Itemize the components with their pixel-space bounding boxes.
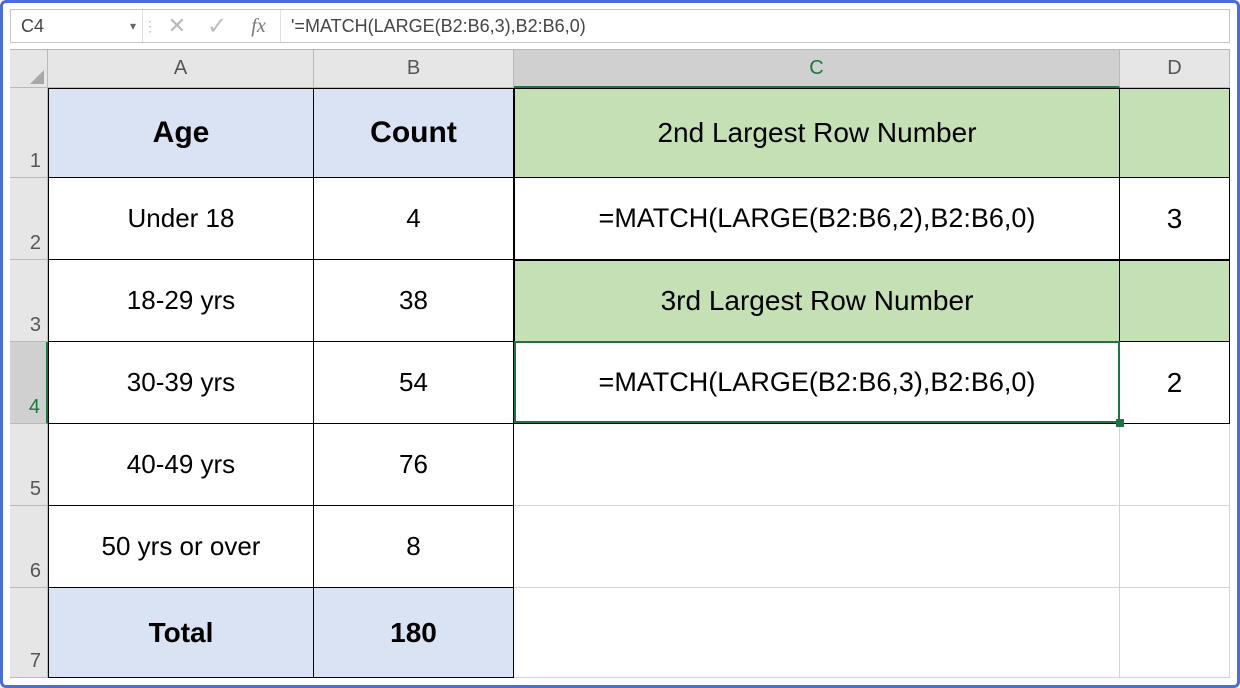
cell-C5[interactable]: [514, 424, 1120, 506]
cell-B1[interactable]: Count: [314, 88, 514, 178]
cell-C1[interactable]: 2nd Largest Row Number: [514, 88, 1120, 178]
cell-B3[interactable]: 38: [314, 260, 514, 342]
cell-C3[interactable]: 3rd Largest Row Number: [514, 260, 1120, 342]
cell-B2[interactable]: 4: [314, 178, 514, 260]
select-all-corner[interactable]: [10, 50, 48, 88]
cancel-icon[interactable]: ✕: [157, 10, 197, 42]
cell-D6[interactable]: [1120, 506, 1230, 588]
row-4: 4 30-39 yrs 54 =MATCH(LARGE(B2:B6,3),B2:…: [10, 342, 1230, 424]
col-header-D[interactable]: D: [1120, 50, 1230, 88]
row-header-3[interactable]: 3: [10, 260, 48, 342]
column-header-row: A B C D: [10, 50, 1230, 88]
formula-input[interactable]: '=MATCH(LARGE(B2:B6,3),B2:B6,0): [281, 10, 1229, 42]
cell-D7[interactable]: [1120, 588, 1230, 678]
cell-A7[interactable]: Total: [48, 588, 314, 678]
fx-label: fx: [251, 15, 265, 38]
formula-text: '=MATCH(LARGE(B2:B6,3),B2:B6,0): [291, 16, 586, 37]
row-header-2[interactable]: 2: [10, 178, 48, 260]
cell-C4[interactable]: =MATCH(LARGE(B2:B6,3),B2:B6,0): [514, 342, 1120, 424]
row-2: 2 Under 18 4 =MATCH(LARGE(B2:B6,2),B2:B6…: [10, 178, 1230, 260]
cell-C2[interactable]: =MATCH(LARGE(B2:B6,2),B2:B6,0): [514, 178, 1120, 260]
cell-A3[interactable]: 18-29 yrs: [48, 260, 314, 342]
name-box[interactable]: C4 ▾: [11, 10, 143, 42]
cell-B6[interactable]: 8: [314, 506, 514, 588]
row-5: 5 40-49 yrs 76: [10, 424, 1230, 506]
enter-icon[interactable]: ✓: [197, 10, 237, 42]
divider: ⋮: [143, 10, 157, 42]
cell-A1[interactable]: Age: [48, 88, 314, 178]
name-box-value: C4: [21, 16, 44, 37]
col-header-B[interactable]: B: [314, 50, 514, 88]
cell-C6[interactable]: [514, 506, 1120, 588]
cell-D1[interactable]: [1120, 88, 1230, 178]
chevron-down-icon[interactable]: ▾: [130, 19, 136, 33]
cell-A5[interactable]: 40-49 yrs: [48, 424, 314, 506]
row-header-1[interactable]: 1: [10, 88, 48, 178]
cell-D2[interactable]: 3: [1120, 178, 1230, 260]
cell-A6[interactable]: 50 yrs or over: [48, 506, 314, 588]
spreadsheet-grid: A B C D 1 Age Count 2nd Largest Row Numb…: [10, 49, 1230, 678]
cell-A2[interactable]: Under 18: [48, 178, 314, 260]
row-7: 7 Total 180: [10, 588, 1230, 678]
row-header-7[interactable]: 7: [10, 588, 48, 678]
cell-A4[interactable]: 30-39 yrs: [48, 342, 314, 424]
row-6: 6 50 yrs or over 8: [10, 506, 1230, 588]
row-header-5[interactable]: 5: [10, 424, 48, 506]
col-header-A[interactable]: A: [48, 50, 314, 88]
app-frame: C4 ▾ ⋮ ✕ ✓ fx '=MATCH(LARGE(B2:B6,3),B2:…: [0, 0, 1240, 688]
insert-function-button[interactable]: fx: [237, 10, 281, 42]
row-header-4[interactable]: 4: [10, 342, 48, 424]
cell-B4[interactable]: 54: [314, 342, 514, 424]
cell-B5[interactable]: 76: [314, 424, 514, 506]
col-header-C[interactable]: C: [514, 50, 1120, 88]
formula-bar: C4 ▾ ⋮ ✕ ✓ fx '=MATCH(LARGE(B2:B6,3),B2:…: [10, 9, 1230, 43]
cell-D5[interactable]: [1120, 424, 1230, 506]
cell-D4[interactable]: 2: [1120, 342, 1230, 424]
cell-B7[interactable]: 180: [314, 588, 514, 678]
fill-handle[interactable]: [1116, 419, 1124, 427]
row-header-6[interactable]: 6: [10, 506, 48, 588]
row-1: 1 Age Count 2nd Largest Row Number: [10, 88, 1230, 178]
row-3: 3 18-29 yrs 38 3rd Largest Row Number: [10, 260, 1230, 342]
cell-C7[interactable]: [514, 588, 1120, 678]
cell-D3[interactable]: [1120, 260, 1230, 342]
